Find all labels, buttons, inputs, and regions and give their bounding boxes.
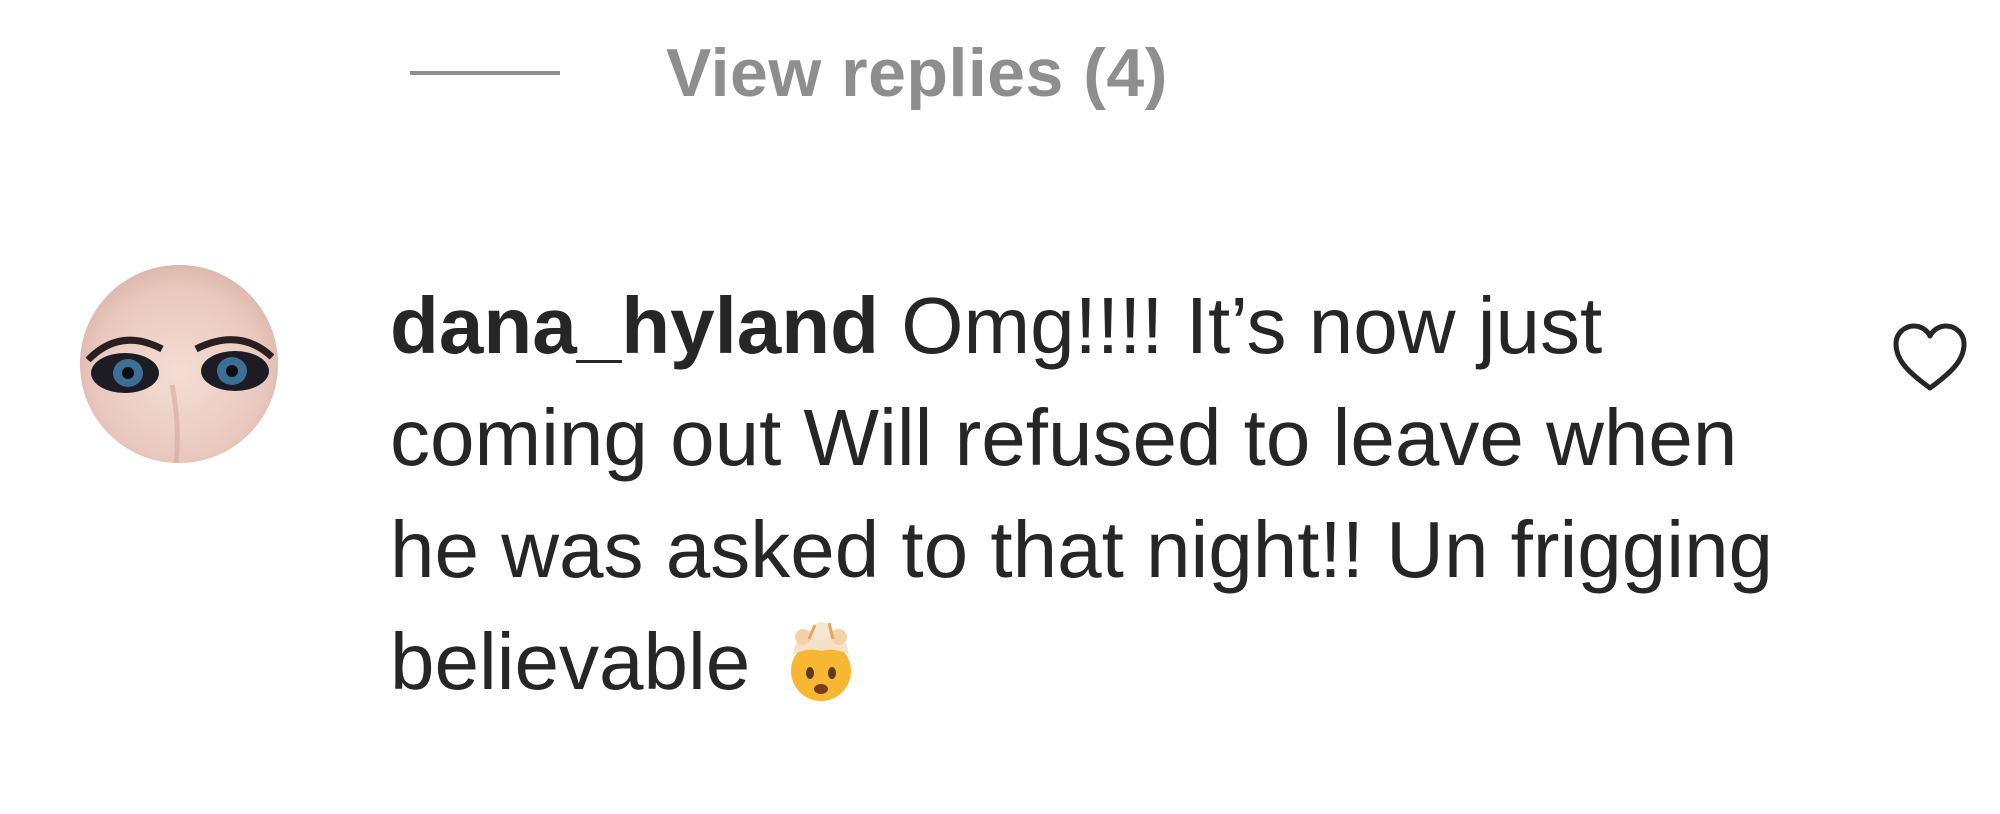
heart-icon[interactable] xyxy=(1890,318,1970,398)
avatar-image xyxy=(80,265,278,463)
view-replies-row[interactable]: View replies (4) xyxy=(410,28,1168,118)
avatar[interactable] xyxy=(80,265,278,463)
comment-username[interactable]: dana_hyland xyxy=(390,281,879,370)
exploding-head-emoji xyxy=(779,619,863,703)
comment-body: dana_hyland Omg!!!! It’s now just coming… xyxy=(390,270,1810,718)
view-replies-button[interactable]: View replies (4) xyxy=(666,34,1168,112)
replies-divider-line xyxy=(410,71,560,75)
